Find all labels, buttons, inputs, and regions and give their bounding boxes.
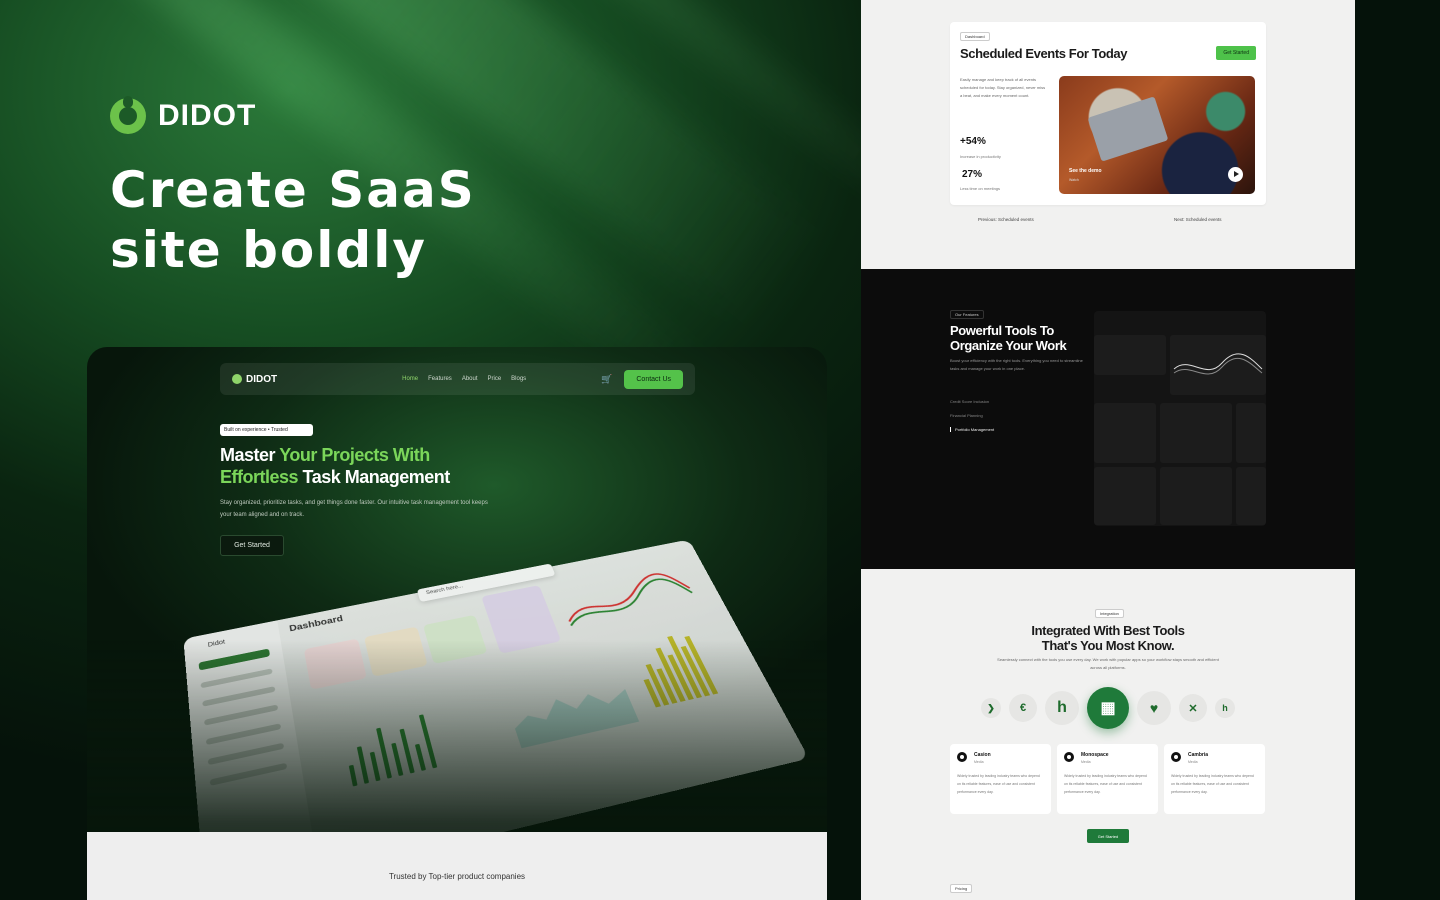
title-green-2: Effortless	[220, 467, 298, 487]
integration-card[interactable]: Monospace Media Widely trusted by leadin…	[1057, 744, 1158, 814]
title-part-1: Master	[220, 445, 279, 465]
integration-icon[interactable]: h	[1215, 698, 1235, 718]
logo-icon	[232, 374, 242, 384]
tools-description: Boost your efficiency with the right too…	[950, 357, 1088, 373]
laptop-image	[1088, 96, 1169, 161]
integration-card[interactable]: Casion Media Widely trusted by leading i…	[950, 744, 1051, 814]
cart-icon[interactable]: 🛒	[601, 374, 612, 385]
wave-chart	[1170, 335, 1266, 395]
play-icon[interactable]	[1228, 167, 1243, 182]
mini-area-card	[1160, 403, 1232, 463]
integration-cards: Casion Media Widely trusted by leading i…	[950, 744, 1265, 814]
events-card: Dashboard Scheduled Events For Today Get…	[950, 22, 1266, 205]
showcase-canvas: DIDOT Create SaaS site boldly DIDOT Home…	[0, 0, 1440, 900]
mini-bar-card	[1094, 403, 1156, 463]
mini-bar-card	[1236, 467, 1266, 525]
integrations-title-line-1: Integrated With Best Tools	[861, 623, 1355, 638]
world-map-card	[1160, 467, 1232, 525]
card-description: Widely trusted by leading industry teams…	[1171, 772, 1257, 796]
tools-dashboard-panel	[1094, 311, 1266, 526]
title-part-2: Task Management	[298, 467, 450, 487]
stat-label-1: Increase in productivity	[960, 154, 1001, 159]
integrations-description: Seamlessly connect with the tools you us…	[993, 656, 1223, 672]
contact-us-button[interactable]: Contact Us	[624, 370, 683, 389]
integration-icon-active[interactable]: ▦	[1087, 687, 1129, 729]
card-name: Casion	[974, 752, 991, 758]
events-title: Scheduled Events For Today	[960, 46, 1127, 61]
mini-line-card	[1170, 335, 1266, 395]
right-preview-column: Dashboard Scheduled Events For Today Get…	[861, 0, 1355, 900]
integration-icon[interactable]: €	[1009, 694, 1037, 722]
nav-link-home[interactable]: Home	[402, 376, 418, 382]
card-name: Monospace	[1081, 752, 1109, 758]
trusted-section: Trusted by Top-tier product companies	[87, 832, 827, 900]
card-sub: Media	[1188, 760, 1198, 764]
nav-link-about[interactable]: About	[462, 376, 478, 382]
integrations-tag: Integration	[1095, 609, 1124, 618]
card-description: Widely trusted by leading industry teams…	[957, 772, 1043, 796]
mini-card	[1094, 467, 1156, 525]
events-photo: See the demo Watch	[1059, 76, 1255, 194]
headline-line-2: site boldly	[110, 220, 476, 280]
integration-icon[interactable]: ♥	[1137, 691, 1171, 725]
brand-name: DIDOT	[158, 99, 256, 133]
hero-badge: Built on experience • Trusted	[220, 424, 313, 436]
integration-card[interactable]: Cambria Media Widely trusted by leading …	[1164, 744, 1265, 814]
title-green-1: Your Projects With	[279, 445, 430, 465]
events-tag: Dashboard	[960, 32, 990, 41]
next-link[interactable]: Next: Scheduled events	[1174, 217, 1222, 222]
card-name: Cambria	[1188, 752, 1208, 758]
company-logo-icon	[957, 752, 967, 762]
integration-icons: ❯ € h ▦ ♥ ✕ h	[861, 687, 1355, 729]
events-get-started-button[interactable]: Get Started	[1216, 46, 1256, 60]
tools-tag: Our Features	[950, 310, 984, 319]
get-started-button[interactable]: Get Started	[220, 535, 284, 556]
tools-menu-item[interactable]: Financial Planning	[950, 413, 983, 418]
hero-preview: DIDOT Home Features About Price Blogs 🛒 …	[87, 347, 827, 900]
tools-title: Powerful Tools To Organize Your Work	[950, 323, 1090, 353]
nav-link-features[interactable]: Features	[428, 376, 452, 382]
see-demo-label: See the demo	[1069, 168, 1102, 174]
company-logo-icon	[1171, 752, 1181, 762]
card-sub: Media	[1081, 760, 1091, 764]
integration-icon[interactable]: ❯	[981, 698, 1001, 718]
stat-value-2: 27%	[962, 169, 982, 180]
integration-icon[interactable]: h	[1045, 691, 1079, 725]
mini-card	[1094, 335, 1166, 375]
integrations-title: Integrated With Best Tools That's You Mo…	[861, 623, 1355, 653]
preview-nav-links: Home Features About Price Blogs	[402, 376, 526, 382]
hero-headline: Create SaaS site boldly	[110, 160, 476, 280]
preview-subtitle: Stay organized, prioritize tasks, and ge…	[220, 497, 490, 521]
trusted-text: Trusted by Top-tier product companies	[389, 872, 525, 900]
preview-title: Master Your Projects With Effortless Tas…	[220, 444, 520, 488]
nav-link-blogs[interactable]: Blogs	[511, 376, 526, 382]
tools-menu-item[interactable]: Credit Score Inclusion	[950, 399, 989, 404]
integrations-section: Integration Integrated With Best Tools T…	[861, 569, 1355, 900]
events-description: Easily manage and keep track of all even…	[960, 76, 1046, 100]
preview-logo[interactable]: DIDOT	[232, 374, 277, 385]
nav-link-price[interactable]: Price	[488, 376, 502, 382]
tools-section: Our Features Powerful Tools To Organize …	[861, 269, 1355, 569]
stat-value-1: +54%	[960, 136, 986, 147]
tools-menu-item-active[interactable]: Portfolio Management	[950, 427, 994, 432]
integrations-title-line-2: That's You Most Know.	[861, 638, 1355, 653]
didot-logo-icon	[110, 98, 146, 134]
dashboard-title: Dashboard	[289, 614, 344, 634]
see-demo-sub: Watch	[1069, 178, 1079, 182]
brand: DIDOT	[110, 98, 256, 134]
preview-logo-text: DIDOT	[246, 374, 277, 385]
stat-label-2: Less time on meetings	[960, 186, 1000, 191]
prev-link[interactable]: Previous: Scheduled events	[978, 217, 1034, 222]
card-sub: Media	[974, 760, 984, 764]
preview-navbar: DIDOT Home Features About Price Blogs 🛒 …	[220, 363, 695, 395]
pricing-tag: Pricing	[950, 884, 972, 893]
company-logo-icon	[1064, 752, 1074, 762]
integrations-get-started-button[interactable]: Get Started	[1087, 829, 1129, 843]
mini-bar-card	[1236, 403, 1266, 463]
integration-icon[interactable]: ✕	[1179, 694, 1207, 722]
card-description: Widely trusted by leading industry teams…	[1064, 772, 1150, 796]
headline-line-1: Create SaaS	[110, 160, 476, 220]
